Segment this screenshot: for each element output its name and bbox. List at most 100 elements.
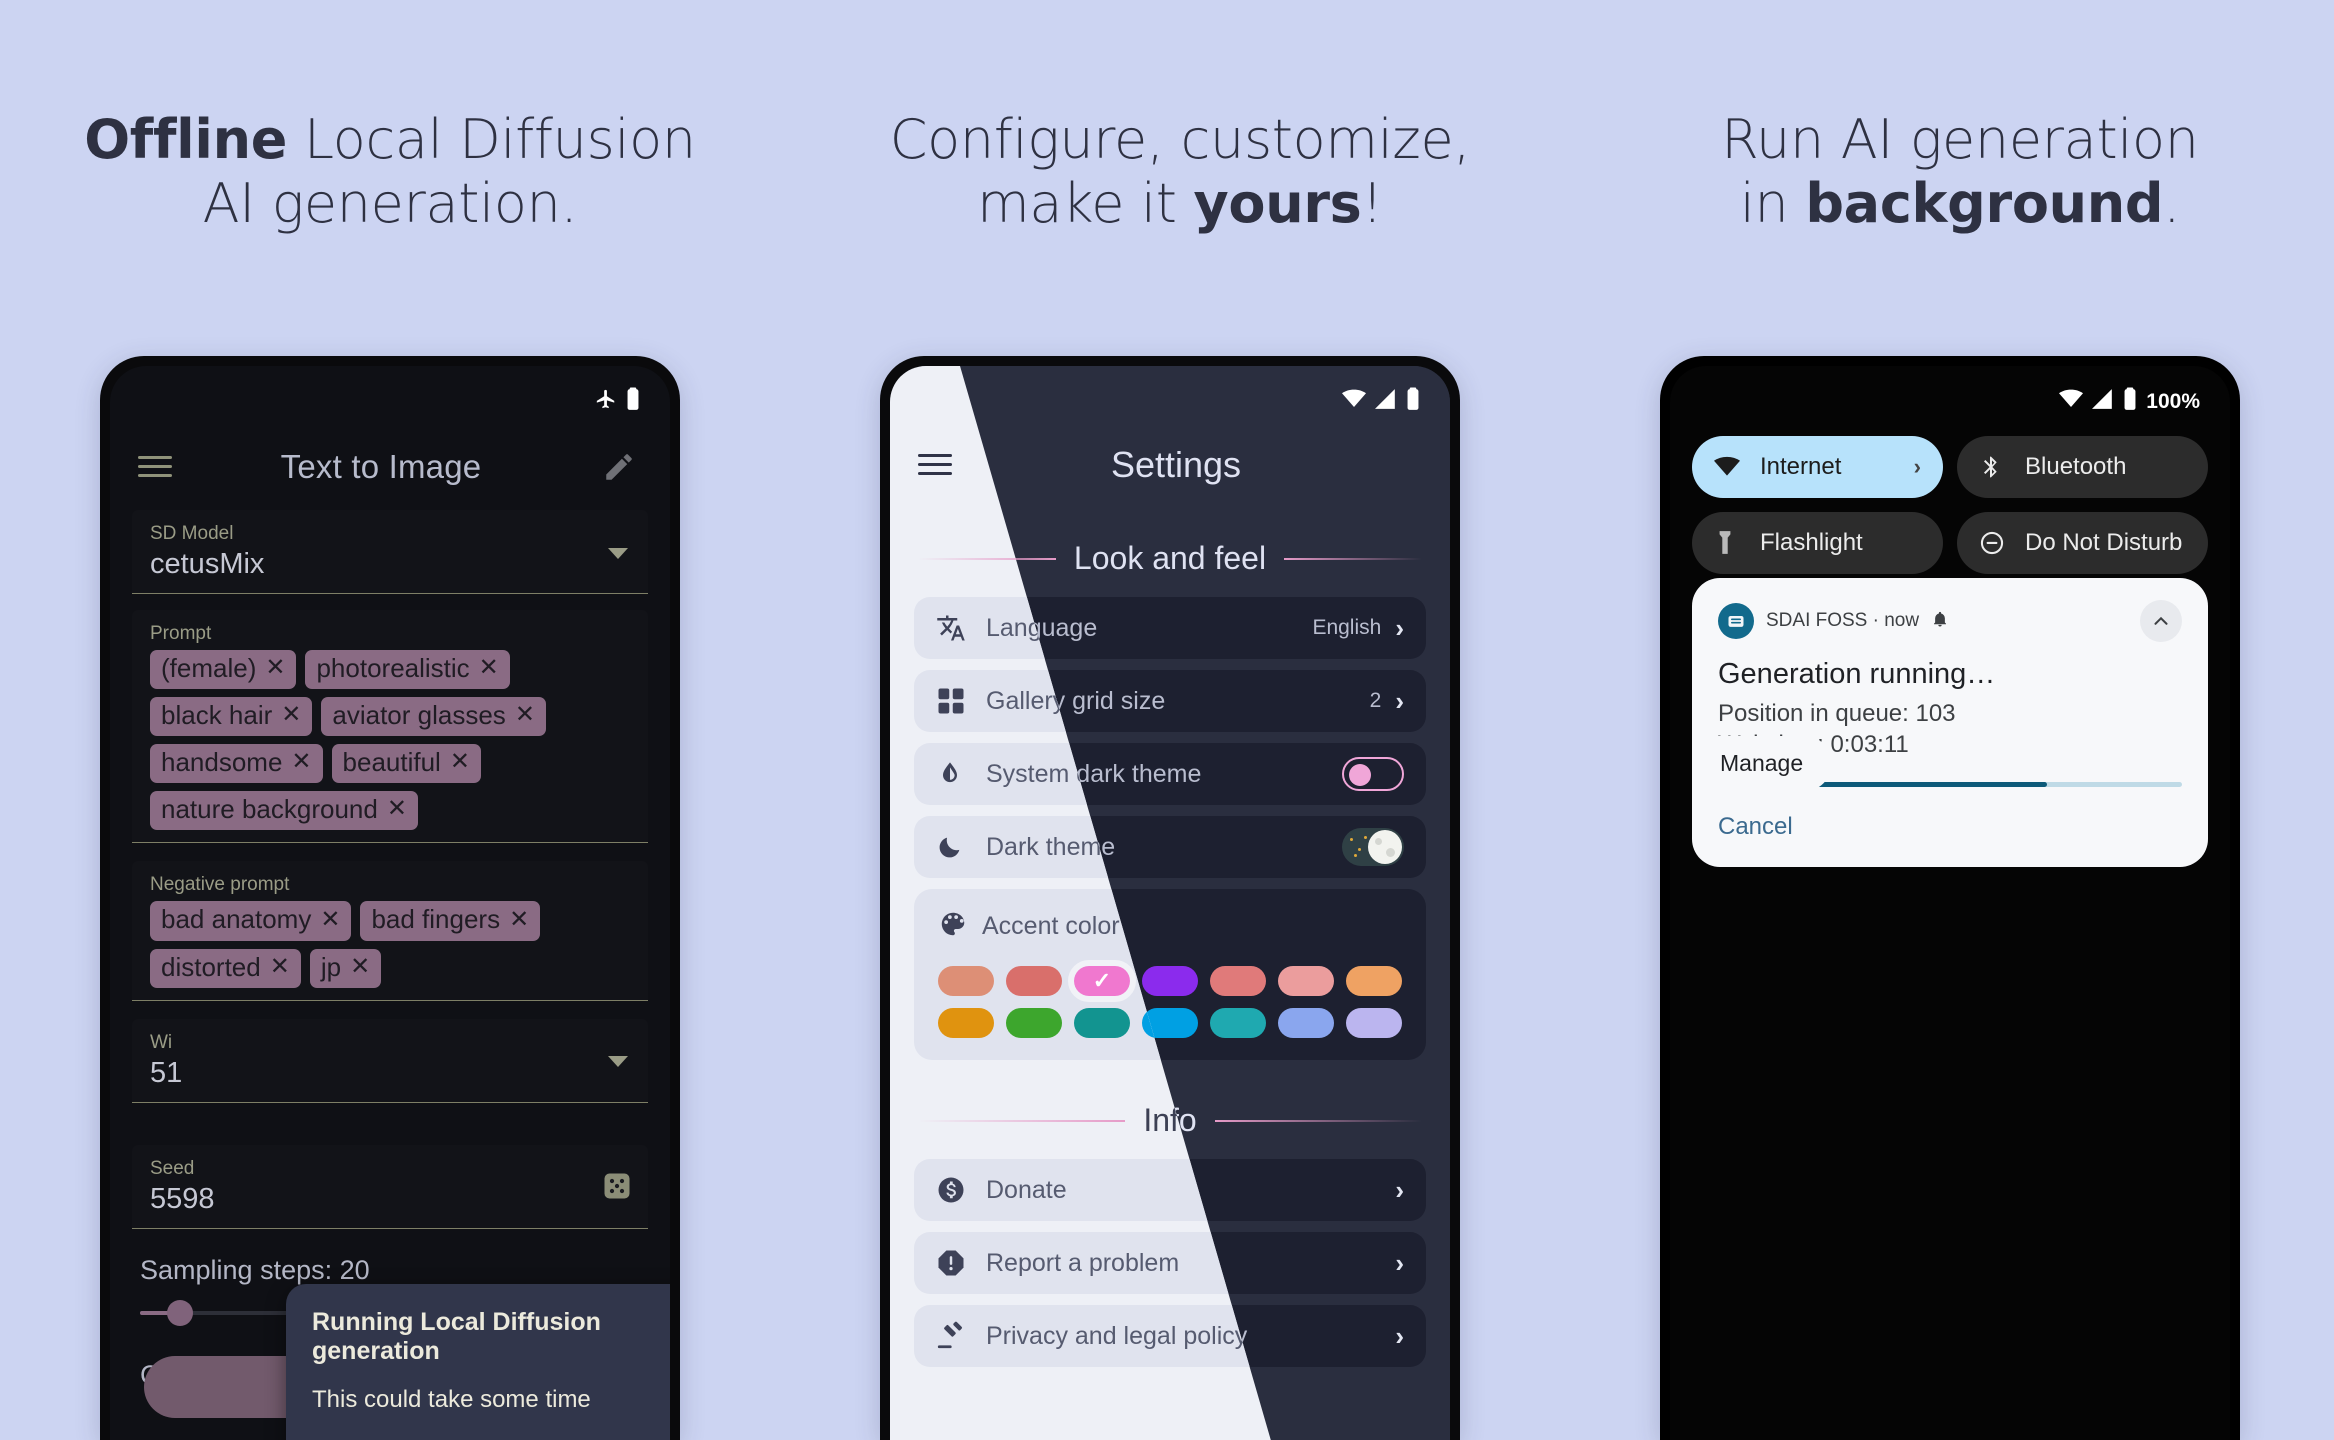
wifi-icon <box>1714 456 1750 478</box>
prompt-chip[interactable]: handsome ✕ <box>150 744 323 784</box>
accent-swatch[interactable] <box>1278 1008 1334 1038</box>
column-3-heading: Run AI generation in background. <box>1620 108 2300 235</box>
accent-swatch[interactable] <box>1210 966 1266 996</box>
chip-label: jp <box>320 951 342 982</box>
notification-cancel-action[interactable]: Cancel <box>1718 813 2182 841</box>
heading-3-line2a: in <box>1739 171 1806 235</box>
battery-icon <box>626 387 640 417</box>
chip-remove-icon[interactable]: ✕ <box>479 654 499 682</box>
system-dark-theme-toggle[interactable] <box>1342 757 1404 791</box>
quick-tile-label: Internet <box>1760 453 1842 480</box>
accent-swatch[interactable] <box>1346 1008 1402 1038</box>
chip-remove-icon[interactable]: ✕ <box>350 953 370 981</box>
accent-swatch[interactable] <box>1278 966 1334 996</box>
notification-title: Generation running… <box>1718 658 1996 690</box>
translate-icon <box>936 613 976 643</box>
prompt-chip[interactable]: aviator glasses ✕ <box>321 697 546 737</box>
prompt-chip[interactable]: beautiful ✕ <box>331 744 481 784</box>
heading-2-tail: ! <box>1361 171 1384 235</box>
chip-label: aviator glasses <box>332 700 506 731</box>
moon-knob <box>1368 830 1402 864</box>
negative-prompt-label: Negative prompt <box>150 874 290 896</box>
quick-tile-internet[interactable]: Internet › <box>1692 436 1943 498</box>
grid-icon <box>936 686 976 716</box>
accent-swatch[interactable] <box>938 1008 994 1038</box>
negative-prompt-chip[interactable]: bad anatomy ✕ <box>150 901 352 941</box>
chevron-right-icon[interactable]: › <box>1395 686 1404 717</box>
chevron-right-icon[interactable]: › <box>1395 1175 1404 1206</box>
dark-theme-toggle[interactable] <box>1342 828 1404 866</box>
page-title: Settings <box>1110 444 1242 485</box>
chevron-right-icon[interactable]: › <box>1914 454 1921 480</box>
quick-tile-do-not-disturb[interactable]: Do Not Disturb <box>1957 512 2208 574</box>
chip-remove-icon[interactable]: ✕ <box>281 701 301 729</box>
notification-card[interactable]: SDAI FOSS · now Generation running… Posi… <box>1692 578 2208 868</box>
width-label: Wi <box>150 1031 173 1053</box>
prompt-chip[interactable]: (female) ✕ <box>150 650 297 690</box>
accent-swatch[interactable]: ✓ <box>1068 960 1136 1002</box>
chip-remove-icon[interactable]: ✕ <box>515 701 535 729</box>
chip-remove-icon[interactable]: ✕ <box>291 748 311 776</box>
quick-tile-bluetooth[interactable]: Bluetooth <box>1957 436 2208 498</box>
accent-color-label: Accent color <box>982 912 1120 940</box>
chip-remove-icon[interactable]: ✕ <box>320 906 340 934</box>
chevron-right-icon[interactable]: › <box>1395 613 1404 644</box>
accent-swatch[interactable] <box>1006 966 1062 996</box>
negative-prompt-chip[interactable]: distorted ✕ <box>150 948 301 988</box>
accent-swatch[interactable] <box>1346 966 1402 996</box>
hamburger-menu-icon[interactable] <box>138 455 172 479</box>
chip-remove-icon[interactable]: ✕ <box>509 906 529 934</box>
pencil-edit-icon[interactable] <box>590 450 648 484</box>
accent-swatch[interactable] <box>1210 1008 1266 1038</box>
prompt-chip[interactable]: nature background ✕ <box>150 791 418 831</box>
chevron-up-icon[interactable] <box>2140 600 2182 642</box>
chip-label: bad fingers <box>371 904 501 935</box>
heading-2-line1: Configure, customize, <box>889 108 1471 171</box>
negative-prompt-field[interactable]: Negative prompt bad anatomy ✕ bad fingers ✕… <box>132 861 648 1001</box>
seed-field[interactable]: Seed 5598 <box>132 1144 648 1229</box>
settings-row-value: 2 <box>1369 689 1382 712</box>
bell-icon <box>1931 610 1949 633</box>
heading-1-bold: Offline <box>84 108 288 171</box>
chip-remove-icon[interactable]: ✕ <box>265 654 285 682</box>
battery-icon <box>2123 387 2137 417</box>
negative-prompt-chip[interactable]: jp ✕ <box>309 948 382 988</box>
chip-label: (female) <box>161 653 257 683</box>
slider-knob[interactable] <box>167 1299 193 1326</box>
width-field[interactable]: Wi 51 <box>132 1018 648 1103</box>
chip-remove-icon[interactable]: ✕ <box>450 748 470 776</box>
negative-prompt-chip[interactable]: bad fingers ✕ <box>360 901 541 941</box>
settings-row-value: English <box>1312 616 1382 639</box>
phone-3-screen: 100% Internet › Bluetooth Flashlight Do … <box>1670 366 2230 1440</box>
prompt-field[interactable]: Prompt (female) ✕ photorealistic ✕ black hai… <box>132 610 648 844</box>
chip-label: distorted <box>161 951 261 982</box>
heading-1-line2: AI generation. <box>202 171 578 235</box>
accent-swatch[interactable] <box>1006 1008 1062 1038</box>
accent-swatch[interactable] <box>938 966 994 996</box>
chip-remove-icon[interactable]: ✕ <box>387 796 407 823</box>
dice-randomize-icon[interactable] <box>602 1171 632 1206</box>
prompt-chip[interactable]: black hair ✕ <box>150 697 313 737</box>
chevron-right-icon[interactable]: › <box>1395 1248 1404 1279</box>
gavel-icon <box>936 1321 976 1351</box>
phone-3-status-bar: 100% <box>1670 366 2230 424</box>
prompt-chip[interactable]: photorealistic ✕ <box>305 650 510 690</box>
heading-2-line2a: make it <box>977 171 1194 235</box>
heading-1-rest: Local Diffusion <box>303 108 696 171</box>
cell-signal-icon <box>1375 389 1397 415</box>
heading-3-line1: Run AI generation <box>1721 108 2199 171</box>
sd-model-field[interactable]: SD Model cetusMix <box>132 510 648 594</box>
chevron-down-icon[interactable] <box>608 547 628 559</box>
airplane-mode-icon <box>595 388 617 416</box>
chevron-down-icon[interactable] <box>608 1056 628 1068</box>
chip-remove-icon[interactable]: ✕ <box>270 953 290 981</box>
quick-tile-flashlight[interactable]: Flashlight <box>1692 512 1943 574</box>
phone-2-status-bar <box>890 366 1450 424</box>
accent-swatch[interactable] <box>1142 966 1198 996</box>
chip-label: nature background <box>161 794 378 825</box>
hamburger-menu-icon[interactable] <box>918 453 952 477</box>
accent-swatch[interactable] <box>1074 1008 1130 1038</box>
manage-notifications-button[interactable]: Manage <box>1692 736 1832 791</box>
chevron-right-icon[interactable]: › <box>1395 1321 1404 1352</box>
phone-1-screen: Text to Image SD Model cetusMix Prompt (… <box>110 366 670 1440</box>
